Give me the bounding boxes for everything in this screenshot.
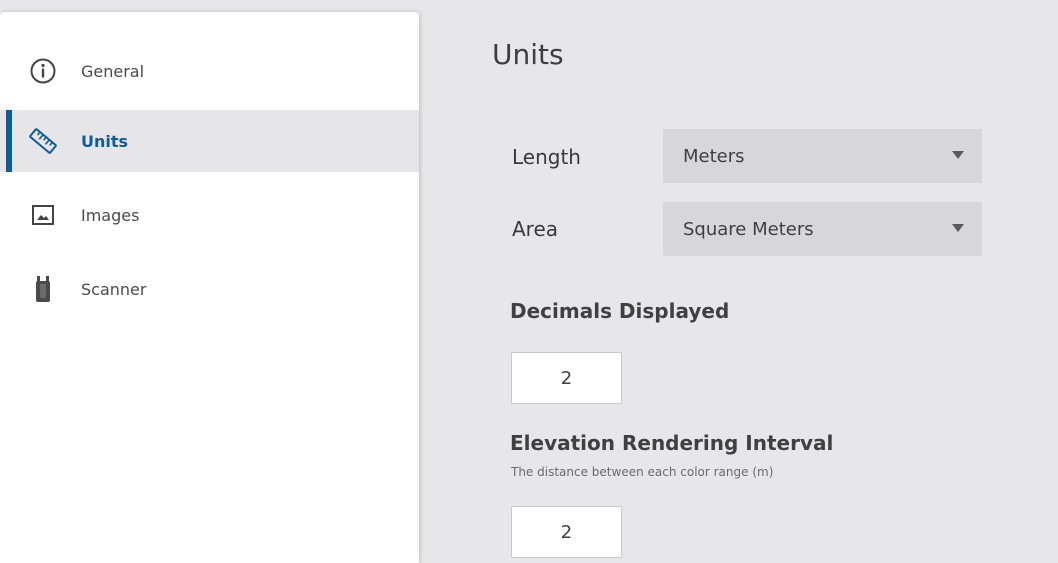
chevron-down-icon [952,151,964,159]
sidebar-item-images[interactable]: Images [0,184,419,246]
elevation-input[interactable] [511,506,622,558]
elevation-subtitle: The distance between each color range (m… [511,465,774,479]
area-select[interactable]: Square Meters [663,202,982,256]
area-label: Area [512,217,559,241]
scanner-icon [26,272,60,306]
settings-window: General Units Images Scanner Units Lengt… [0,0,1058,563]
page-title: Units [492,38,564,71]
active-indicator [6,110,12,172]
elevation-title: Elevation Rendering Interval [510,431,834,455]
ruler-icon [26,124,60,158]
decimals-input[interactable] [511,352,622,404]
sidebar-item-label: Images [81,205,140,225]
length-select[interactable]: Meters [663,129,982,183]
area-select-value: Square Meters [683,218,814,240]
image-icon [26,198,60,232]
sidebar-item-units[interactable]: Units [0,110,419,172]
sidebar-item-general[interactable]: General [0,40,419,102]
decimals-title: Decimals Displayed [510,299,730,323]
sidebar-item-scanner[interactable]: Scanner [0,258,419,320]
length-select-value: Meters [683,145,745,167]
sidebar-item-label: General [81,61,145,81]
sidebar-item-label: Scanner [81,279,147,299]
sidebar: General Units Images Scanner [0,12,419,563]
info-icon [26,54,60,88]
length-label: Length [512,145,581,169]
sidebar-item-label: Units [81,131,129,151]
chevron-down-icon [952,224,964,232]
